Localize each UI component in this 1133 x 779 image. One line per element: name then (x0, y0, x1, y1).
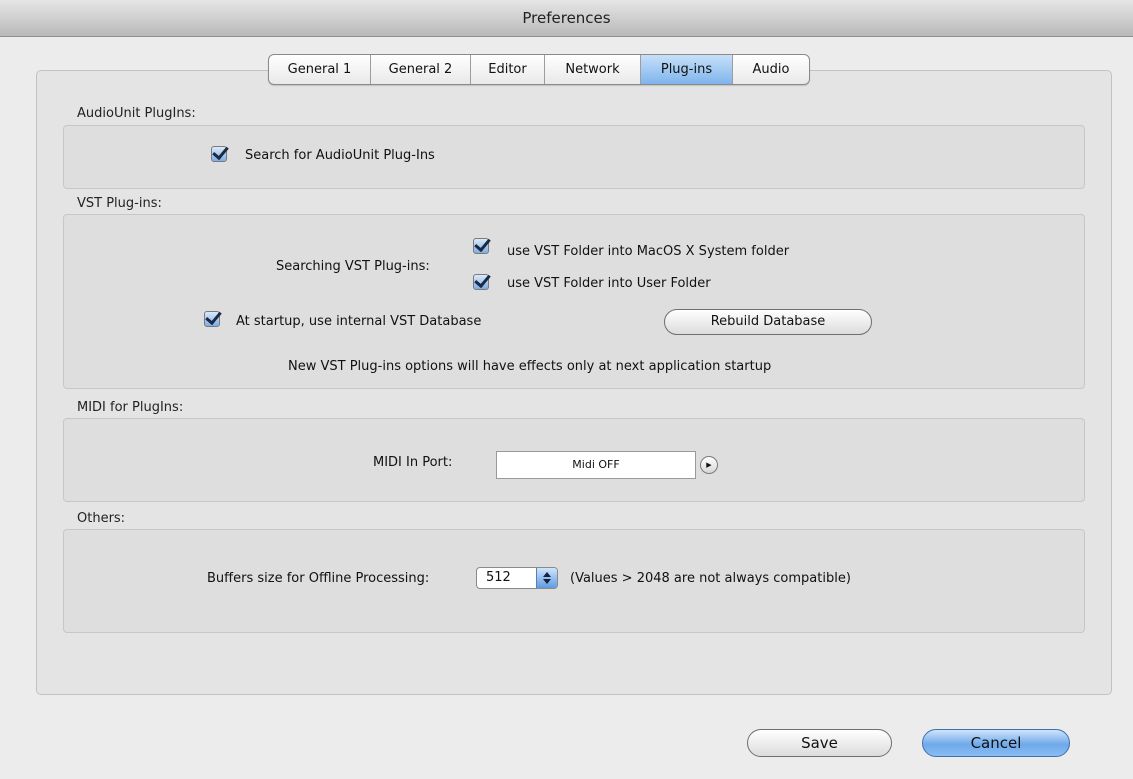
stepper-arrows-icon[interactable] (536, 568, 557, 588)
vst-startup-db-checkbox[interactable] (204, 311, 220, 327)
cancel-button[interactable]: Cancel (922, 729, 1070, 757)
vst-heading: VST Plug-ins: (77, 196, 162, 211)
rebuild-database-button[interactable]: Rebuild Database (664, 309, 872, 335)
midi-heading: MIDI for PlugIns: (77, 400, 184, 415)
midi-port-label: MIDI In Port: (373, 455, 453, 470)
audiounit-search-label: Search for AudioUnit Plug-Ins (245, 148, 435, 163)
vst-system-folder-label: use VST Folder into MacOS X System folde… (507, 244, 790, 259)
audiounit-heading: AudioUnit PlugIns: (77, 106, 196, 121)
buffer-size-value: 512 (486, 570, 511, 585)
buffer-size-label: Buffers size for Offline Processing: (207, 571, 430, 586)
tab-network[interactable]: Network (545, 55, 641, 84)
vst-searching-label: Searching VST Plug-ins: (276, 259, 430, 274)
tab-audio[interactable]: Audio (733, 55, 809, 84)
buffer-size-note: (Values > 2048 are not always compatible… (570, 571, 851, 586)
tab-general-1[interactable]: General 1 (269, 55, 371, 84)
audiounit-search-checkbox[interactable] (211, 146, 227, 162)
midi-port-field[interactable]: Midi OFF (496, 451, 696, 479)
tab-editor[interactable]: Editor (471, 55, 545, 84)
vst-user-folder-label: use VST Folder into User Folder (507, 276, 711, 291)
disclosure-arrow-icon[interactable]: ▶ (700, 456, 718, 474)
window-title: Preferences (522, 9, 611, 27)
vst-startup-db-label: At startup, use internal VST Database (236, 314, 482, 329)
vst-restart-note: New VST Plug-ins options will have effec… (288, 359, 772, 374)
vst-system-folder-checkbox[interactable] (473, 238, 489, 254)
tab-bar: General 1 General 2 Editor Network Plug-… (268, 54, 810, 85)
tab-general-2[interactable]: General 2 (371, 55, 471, 84)
others-heading: Others: (77, 511, 126, 526)
buffer-size-select[interactable]: 512 (476, 567, 558, 589)
vst-user-folder-checkbox[interactable] (473, 274, 489, 290)
tab-plug-ins[interactable]: Plug-ins (641, 55, 733, 84)
title-bar: Preferences (0, 0, 1133, 37)
save-button[interactable]: Save (747, 729, 892, 757)
